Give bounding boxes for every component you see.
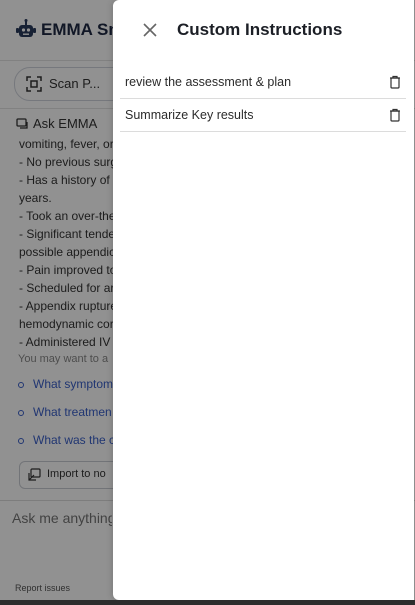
instruction-item[interactable]: Summarize Key results	[120, 99, 406, 132]
drawer-title: Custom Instructions	[177, 20, 343, 39]
close-icon[interactable]	[139, 19, 161, 41]
bottom-edge	[0, 600, 415, 605]
trash-icon[interactable]	[388, 108, 402, 122]
trash-icon[interactable]	[388, 75, 402, 89]
instruction-item[interactable]: review the assessment & plan	[120, 66, 406, 99]
instruction-text: review the assessment & plan	[125, 75, 292, 89]
instructions-list: review the assessment & plan Summarize K…	[120, 66, 406, 132]
instruction-text: Summarize Key results	[125, 108, 254, 122]
custom-instructions-drawer: Custom Instructions review the assessmen…	[113, 0, 414, 600]
